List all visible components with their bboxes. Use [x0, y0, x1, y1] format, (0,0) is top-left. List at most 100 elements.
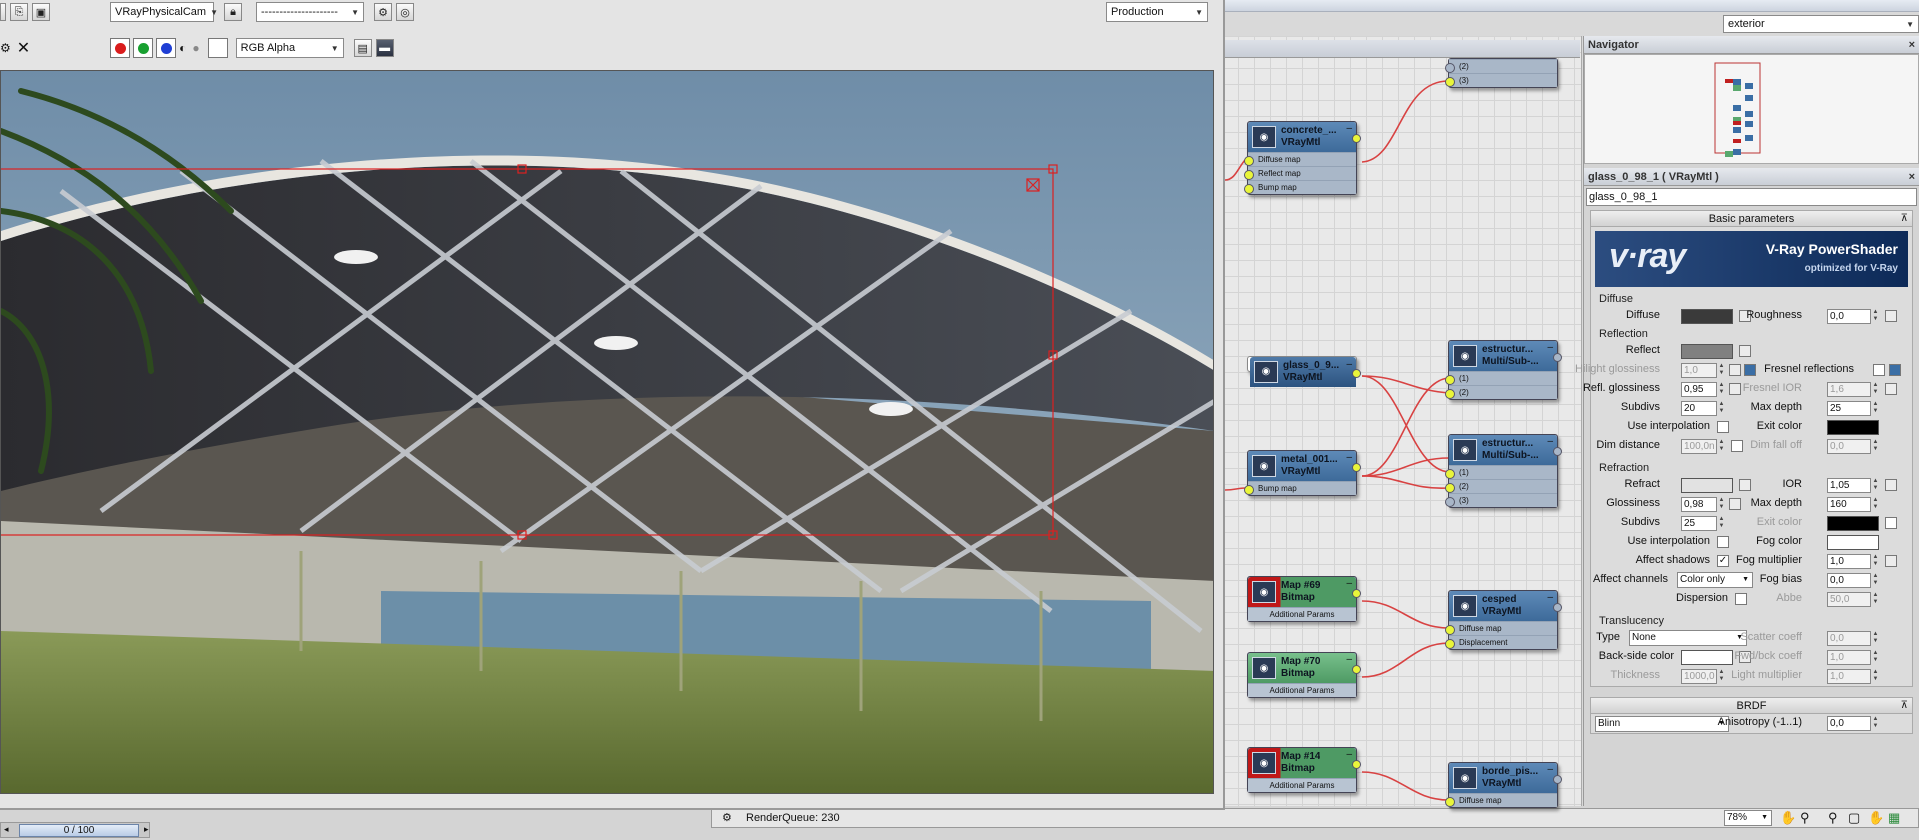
collapse-icon[interactable]: ⊼	[1901, 698, 1908, 714]
node-map70[interactable]: ◉ Map #70 Bitmap – Additional Params	[1247, 652, 1361, 698]
minimize-icon[interactable]: –	[1346, 123, 1352, 134]
fog-bias-field[interactable]: 0,0	[1827, 573, 1871, 588]
hilight-field[interactable]: 1,0	[1681, 363, 1717, 378]
spinner[interactable]: ▲ ▼	[1872, 650, 1879, 665]
reflect-map-button[interactable]	[1739, 345, 1751, 357]
node-slot[interactable]: Bump map	[1244, 481, 1356, 495]
lock-icon[interactable]: 🔒︎	[224, 3, 242, 21]
exit-color-swatch[interactable]	[1827, 420, 1879, 435]
node-slot[interactable]: Additional Params	[1248, 683, 1356, 697]
spinner[interactable]: ▲ ▼	[1872, 631, 1879, 646]
minimize-icon[interactable]: –	[1547, 436, 1553, 447]
window-icon[interactable]: ▣	[32, 3, 50, 21]
node-cesped[interactable]: ◉ cesped VRayMtl – Diffuse map Displacement	[1445, 590, 1562, 650]
output-socket[interactable]	[1352, 760, 1361, 769]
minimize-icon[interactable]: –	[1346, 749, 1352, 760]
glossiness-map-button[interactable]	[1729, 498, 1741, 510]
clear-icon[interactable]: ✕	[17, 38, 30, 58]
affect-channels-select[interactable]: Color only ▼	[1677, 572, 1753, 588]
refr-max-depth-field[interactable]: 160	[1827, 497, 1871, 512]
camera-select[interactable]: VRayPhysicalCam ▼	[110, 2, 218, 22]
output-socket[interactable]	[1352, 463, 1361, 472]
spinner[interactable]: ▲ ▼	[1872, 439, 1879, 454]
spinner[interactable]: ▲ ▼	[1718, 382, 1725, 397]
node-slot[interactable]: Diffuse map	[1445, 793, 1557, 807]
node-multi-partial[interactable]: (2) (3)	[1445, 58, 1558, 88]
refr-use-interp-checkbox[interactable]	[1717, 536, 1729, 548]
minimize-icon[interactable]: –	[1547, 592, 1553, 603]
fwd-bck-field[interactable]: 1,0	[1827, 650, 1871, 665]
spinner[interactable]: ▲ ▼	[1872, 669, 1879, 684]
roughness-map-button[interactable]	[1885, 310, 1897, 322]
roughness-field[interactable]: 0,0	[1827, 309, 1871, 324]
spinner[interactable]: ▲ ▼	[1718, 363, 1725, 378]
max-depth-field[interactable]: 25	[1827, 401, 1871, 416]
node-map14[interactable]: ◉ Map #14 Bitmap – Additional Params	[1247, 747, 1361, 793]
preset-select[interactable]: --------------------- ▼	[256, 2, 364, 22]
refl-gloss-map-button[interactable]	[1729, 383, 1741, 395]
refr-exit-checkbox[interactable]	[1885, 517, 1897, 529]
node-slot[interactable]: (2)	[1445, 385, 1557, 399]
render-viewport[interactable]	[0, 70, 1214, 794]
fresnel-ior-field[interactable]: 1,6	[1827, 382, 1871, 397]
translucency-type-select[interactable]: None ▼	[1629, 630, 1747, 646]
output-socket[interactable]	[1553, 447, 1562, 456]
use-interp-checkbox[interactable]	[1717, 421, 1729, 433]
minimize-icon[interactable]: –	[1547, 764, 1553, 775]
scatter-field[interactable]: 0,0	[1827, 631, 1871, 646]
minimize-icon[interactable]: –	[1346, 358, 1352, 372]
node-slot[interactable]: (1)	[1445, 371, 1557, 385]
spinner[interactable]: ▲ ▼	[1872, 716, 1879, 731]
node-estructura-2[interactable]: ◉ estructur... Multi/Sub-... – (1) (2) (3)	[1445, 434, 1562, 508]
node-concrete[interactable]: ◉ concrete_... VRayMtl – Diffuse map Reflec…	[1244, 121, 1361, 195]
fog-multiplier-field[interactable]: 1,0	[1827, 554, 1871, 569]
output-socket[interactable]	[1553, 775, 1562, 784]
ior-map-button[interactable]	[1885, 479, 1897, 491]
node-slot[interactable]: Additional Params	[1248, 778, 1356, 792]
node-slot[interactable]: Diffuse map	[1445, 621, 1557, 635]
clone-frame-icon[interactable]: ⎘	[10, 3, 28, 21]
node-slot[interactable]: (3)	[1445, 493, 1557, 507]
spinner[interactable]: ▲ ▼	[1872, 497, 1879, 512]
fresnel-checkbox[interactable]	[1873, 364, 1885, 376]
anisotropy-field[interactable]: 0,0	[1827, 716, 1871, 731]
hilight-map-button[interactable]	[1729, 364, 1741, 376]
minimize-icon[interactable]: –	[1346, 654, 1352, 665]
spinner[interactable]: ▲ ▼	[1872, 401, 1879, 416]
light-multiplier-field[interactable]: 1,0	[1827, 669, 1871, 684]
minimize-icon[interactable]: –	[1346, 578, 1352, 589]
node-glass[interactable]: ◉ glass_0_9... VRayMtl –	[1247, 356, 1361, 387]
spinner[interactable]: ▲ ▼	[1872, 478, 1879, 493]
spinner[interactable]: ▲ ▼	[1718, 401, 1725, 416]
spinner[interactable]: ▲ ▼	[1718, 439, 1725, 454]
ior-field[interactable]: 1,05	[1827, 478, 1871, 493]
refl-gloss-field[interactable]: 0,95	[1681, 382, 1717, 397]
node-slot[interactable]: Additional Params	[1248, 607, 1356, 621]
output-socket[interactable]	[1352, 665, 1361, 674]
save-image-icon[interactable]: ⚙	[0, 41, 11, 55]
spinner[interactable]: ▲ ▼	[1872, 554, 1879, 569]
abbe-field[interactable]: 50,0	[1827, 592, 1871, 607]
spinner[interactable]: ▲ ▼	[1872, 573, 1879, 588]
output-socket[interactable]	[1352, 369, 1361, 378]
node-slot[interactable]: (1)	[1445, 465, 1557, 479]
spinner[interactable]: ▲ ▼	[1872, 309, 1879, 324]
backside-color-swatch[interactable]	[1681, 650, 1733, 665]
blue-channel-toggle[interactable]	[156, 38, 177, 58]
collapse-icon[interactable]: ⊼	[1901, 211, 1908, 227]
brdf-type-select[interactable]: Blinn ▼	[1595, 716, 1729, 732]
material-name-field[interactable]: glass_0_98_1	[1586, 188, 1917, 206]
glossiness-field[interactable]: 0,98	[1681, 497, 1717, 512]
subdivs-field[interactable]: 20	[1681, 401, 1717, 416]
close-icon[interactable]: ×	[1909, 36, 1915, 54]
node-slot[interactable]: Bump map	[1244, 180, 1356, 194]
node-slot[interactable]: Displacement	[1445, 635, 1557, 649]
node-map69[interactable]: ◉ Map #69 Bitmap – Additional Params	[1247, 576, 1361, 622]
display-mode-icon[interactable]: ▤	[353, 39, 372, 57]
node-metal[interactable]: ◉ metal_001... VRayMtl – Bump map	[1244, 450, 1361, 496]
refr-subdivs-field[interactable]: 25	[1681, 516, 1717, 531]
spinner[interactable]: ▲ ▼	[1872, 592, 1879, 607]
affect-shadows-checkbox[interactable]: ✓	[1717, 555, 1729, 567]
fresnel-ior-map-button[interactable]	[1885, 383, 1897, 395]
refr-exit-color-swatch[interactable]	[1827, 516, 1879, 531]
